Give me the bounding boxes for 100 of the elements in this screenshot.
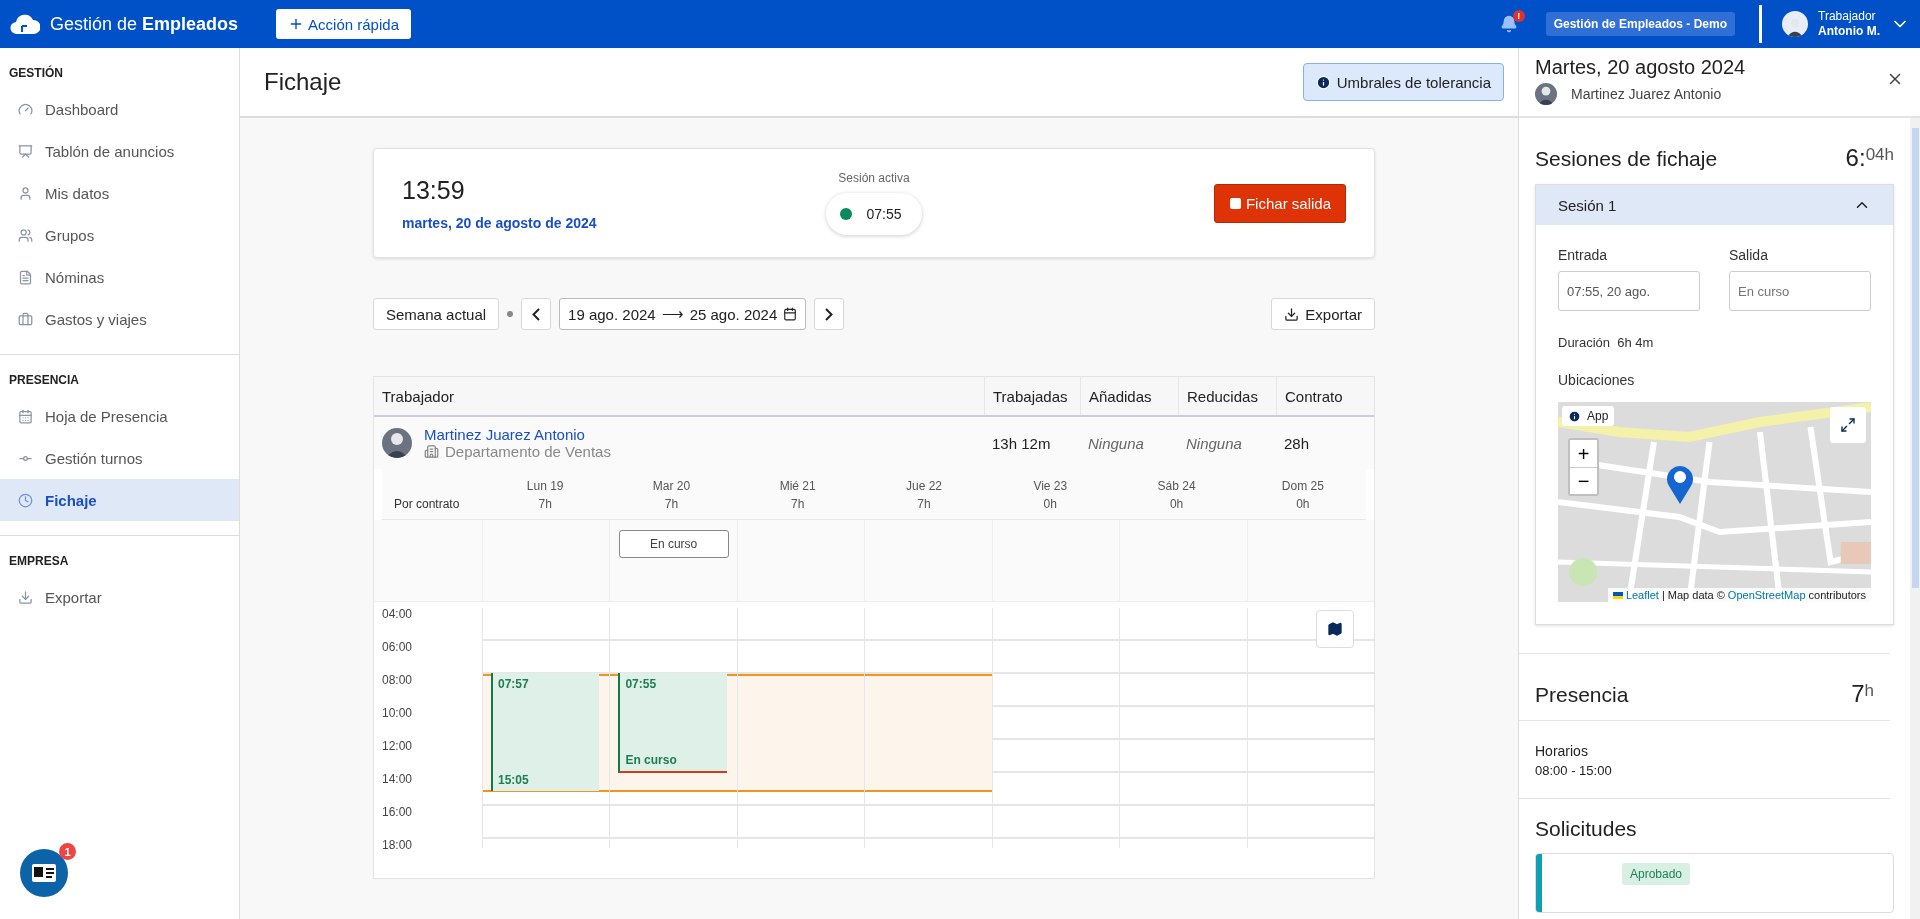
leaflet-link[interactable]: Leaflet <box>1625 589 1659 601</box>
quick-action-button[interactable]: Acción rápida <box>276 9 411 39</box>
section-title: Sesiones de fichaje <box>1535 147 1718 171</box>
column-header: Contrato <box>1276 377 1374 415</box>
table-cell-text: Ninguna <box>1185 434 1243 452</box>
column-header: Trabajador <box>381 386 455 407</box>
session-title: Sesión 1 <box>1558 196 1617 214</box>
date-range-field[interactable]: 19 ago. 2024 ⟶ 25 ago. 2024 <box>559 298 807 330</box>
sidebar-item[interactable]: Dashboard <box>0 88 239 130</box>
chat-badge: 1 <box>59 843 76 860</box>
sidebar-item[interactable]: Fichaje <box>0 479 239 521</box>
user-name: Antonio M. <box>1818 24 1880 39</box>
time-entry-block[interactable]: 07:57 15:05 <box>491 673 600 791</box>
page-title: Fichaje <box>264 68 342 96</box>
schedule-hours: 08:00 - 15:00 <box>1534 763 1613 778</box>
user-avatar[interactable] <box>1782 11 1808 37</box>
table-cell-text: 28h <box>1283 434 1311 452</box>
calendar-icon <box>18 408 33 424</box>
sidebar-item-label: Fichaje <box>45 491 97 509</box>
field-label: Entrada <box>1558 247 1609 263</box>
column-header: Reducidas <box>1178 377 1276 415</box>
next-week-button[interactable] <box>814 298 845 330</box>
export-button[interactable]: Exportar <box>1271 298 1375 330</box>
time-label: 10:00 <box>382 707 414 722</box>
department-icon <box>424 444 439 459</box>
gauge-icon <box>18 101 33 117</box>
day-label: Jue 22 <box>905 479 942 493</box>
clock-out-button[interactable]: Fichar salida <box>1213 183 1346 223</box>
status-button[interactable]: En curso <box>618 530 729 558</box>
info-icon <box>1568 409 1581 423</box>
field-label: Ubicaciones <box>1558 372 1636 388</box>
scrollbar[interactable] <box>1910 118 1920 919</box>
map-icon <box>1327 621 1343 637</box>
map-pin-icon <box>1666 464 1694 504</box>
sidebar-item[interactable]: Gestión turnos <box>0 437 239 479</box>
fullscreen-button[interactable] <box>1830 407 1866 443</box>
time-label: 08:00 <box>382 674 414 689</box>
entry-start: 07:55 <box>625 676 658 691</box>
sidebar-section-title: GESTIÓN <box>8 64 64 82</box>
sidebar-item[interactable]: Gastos y viajes <box>0 298 239 340</box>
column-header: Añadidas <box>1080 377 1178 415</box>
session-total: 6:$^{04h}$ <box>1845 144 1894 172</box>
download-icon <box>18 589 33 605</box>
sidebar-item[interactable]: Nóminas <box>0 256 239 298</box>
department-name: Departamento de Ventas <box>445 443 611 460</box>
company-badge[interactable]: Gestión de Empleados - Demo <box>1545 12 1735 36</box>
time-label: 12:00 <box>382 740 414 755</box>
entry-field[interactable]: 07:55, 20 ago. <box>1558 271 1700 311</box>
time-entry-block[interactable]: 07:55 En curso <box>618 672 727 773</box>
attribution-text: contributors <box>1808 589 1866 601</box>
file-icon <box>18 269 33 285</box>
request-card[interactable]: Aprobado <box>1535 853 1894 913</box>
sidebar-item-label: Mis datos <box>45 184 110 202</box>
time-label: 06:00 <box>382 641 414 656</box>
contact-card-icon <box>31 863 57 883</box>
day-hours: 7h <box>917 497 931 511</box>
chevron-left-icon <box>532 307 541 321</box>
day-label: Sáb 24 <box>1157 479 1196 493</box>
time-label: 14:00 <box>382 773 414 788</box>
source-badge: App <box>1562 406 1615 426</box>
notification-badge: ! <box>1512 10 1525 22</box>
calendar-icon <box>783 307 798 321</box>
day-hours: 0h <box>1043 497 1057 511</box>
info-icon <box>1315 74 1331 90</box>
user-icon <box>18 185 33 201</box>
sidebar-item[interactable]: Grupos <box>0 214 239 256</box>
exit-field[interactable]: En curso <box>1729 271 1871 311</box>
scrollbar-thumb[interactable] <box>1911 128 1919 588</box>
day-label: Mar 20 <box>652 479 691 493</box>
worker-avatar <box>382 428 412 458</box>
sidebar-item[interactable]: Mis datos <box>0 172 239 214</box>
sidebar-item[interactable]: Tablón de anuncios <box>0 130 239 172</box>
group-icon <box>18 227 33 243</box>
table-cell-text: Ninguna <box>1087 434 1145 452</box>
sidebar-item[interactable]: Exportar <box>0 576 239 618</box>
zoom-out-button[interactable]: − <box>1570 467 1597 494</box>
current-date: martes, 20 de agosto de 2024 <box>402 214 598 231</box>
map-button[interactable] <box>1316 610 1354 648</box>
sidebar-item-label: Dashboard <box>45 100 119 118</box>
field-label: Salida <box>1729 247 1769 263</box>
worker-avatar <box>1535 83 1557 105</box>
previous-week-button[interactable] <box>521 298 552 330</box>
contract-label: Por contrato <box>393 497 461 511</box>
day-hours: 7h <box>664 497 679 511</box>
sidebar-item-label: Tablón de anuncios <box>45 142 175 160</box>
worker-name-link[interactable]: Martinez Juarez Antonio <box>424 426 611 443</box>
time-label: 16:00 <box>382 806 414 821</box>
sidebar-section-title: EMPRESA <box>8 553 70 570</box>
column-header: Trabajadas <box>984 377 1080 415</box>
sidebar-item-label: Hoja de Presencia <box>45 407 168 425</box>
osm-link[interactable]: OpenStreetMap <box>1727 589 1806 601</box>
stop-icon <box>1228 196 1242 210</box>
tolerance-button[interactable]: Umbrales de tolerancia <box>1302 63 1504 101</box>
day-hours: 0h <box>1169 497 1184 511</box>
session-header[interactable]: Sesión 1 <box>1536 185 1893 225</box>
schedule-label: Horarios <box>1534 743 1589 759</box>
current-week-button[interactable]: Semana actual <box>373 298 500 330</box>
notification-bell-icon[interactable] <box>1499 15 1518 33</box>
sidebar-item[interactable]: Hoja de Presencia <box>0 395 239 437</box>
worker-name: Martinez Juarez Antonio <box>1571 86 1722 102</box>
